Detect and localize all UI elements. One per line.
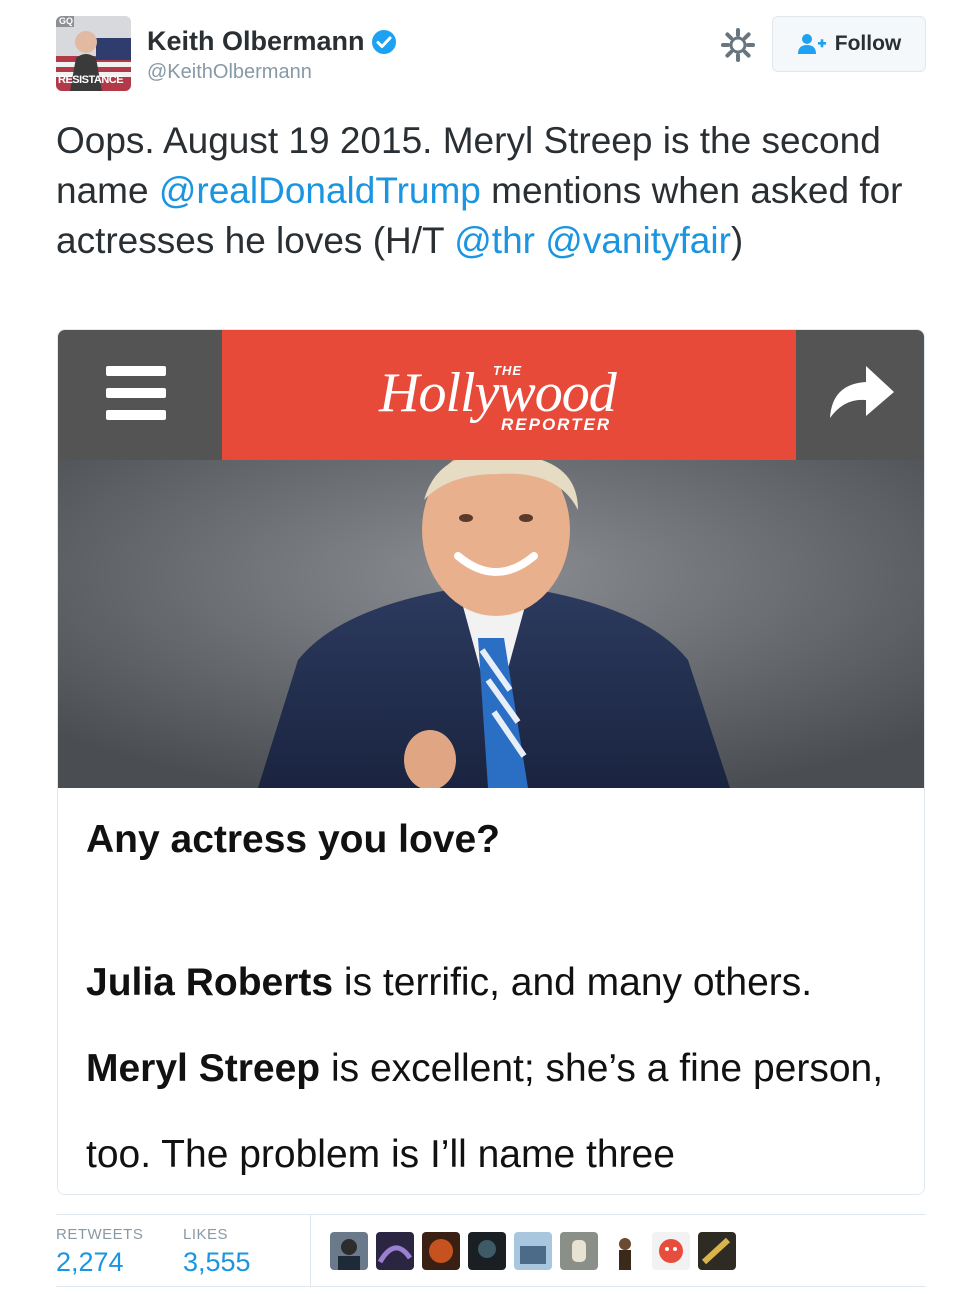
add-user-icon: [797, 33, 827, 55]
logo-sub-text: REPORTER: [501, 415, 612, 434]
liker-avatar[interactable]: [652, 1232, 690, 1270]
tweet-text-part: ): [730, 220, 744, 261]
tweet-text-part: [535, 220, 545, 261]
user-avatar[interactable]: GQ RESISTANCE: [56, 16, 131, 91]
liker-avatar[interactable]: [468, 1232, 506, 1270]
mention-link[interactable]: @realDonaldTrump: [159, 170, 481, 211]
mention-link[interactable]: @thr: [454, 220, 535, 261]
likes-label: LIKES: [183, 1226, 229, 1243]
likes-count[interactable]: 3,555: [183, 1247, 251, 1278]
follow-button-label: Follow: [834, 32, 902, 55]
article-bold-name: Julia Roberts: [86, 961, 334, 1004]
stats-divider-top: [56, 1214, 926, 1215]
mention-link[interactable]: @vanityfair: [545, 220, 731, 261]
liker-avatar[interactable]: [330, 1232, 368, 1270]
liker-avatar[interactable]: [698, 1232, 736, 1270]
portrait-photo: [58, 460, 924, 788]
article-text: is terrific, and many others.: [333, 961, 813, 1004]
share-arrow-icon: [822, 358, 898, 422]
stats-divider-bottom: [56, 1286, 926, 1287]
article-question: Any actress you love?: [86, 818, 500, 861]
thr-header-bar: Hollywood THE REPORTER: [58, 330, 924, 460]
article-bold-name: Meryl Streep: [86, 1047, 321, 1090]
follow-button[interactable]: Follow: [772, 16, 926, 72]
liker-avatar[interactable]: [376, 1232, 414, 1270]
thr-logo: Hollywood THE REPORTER: [222, 330, 796, 460]
logo-the-text: THE: [493, 363, 522, 378]
liker-avatar[interactable]: [560, 1232, 598, 1270]
hamburger-menu-icon: [106, 366, 170, 422]
likers-avatars: [330, 1232, 736, 1270]
retweets-stat[interactable]: RETWEETS 2,274: [56, 1226, 143, 1278]
tweet-media-image[interactable]: Hollywood THE REPORTER Any actress you l…: [57, 329, 925, 1195]
avatar-badge-text: GQ: [59, 16, 74, 26]
tweet-text: Oops. August 19 2015. Meryl Streep is th…: [56, 116, 936, 266]
avatar-caption-text: RESISTANCE: [58, 74, 124, 86]
stats-separator: [310, 1214, 311, 1286]
retweets-label: RETWEETS: [56, 1226, 144, 1243]
gear-icon[interactable]: [719, 26, 757, 64]
article-excerpt: Any actress you love? Julia Roberts is t…: [58, 788, 924, 1194]
liker-avatar[interactable]: [606, 1232, 644, 1270]
liker-avatar[interactable]: [514, 1232, 552, 1270]
user-name-block[interactable]: Keith Olbermann @KeithOlbermann: [147, 26, 397, 84]
display-name-row[interactable]: Keith Olbermann: [147, 26, 397, 57]
verified-badge-icon: [371, 29, 397, 55]
retweets-count[interactable]: 2,274: [56, 1247, 143, 1278]
display-name[interactable]: Keith Olbermann: [147, 26, 365, 57]
liker-avatar[interactable]: [422, 1232, 460, 1270]
user-handle[interactable]: @KeithOlbermann: [147, 61, 397, 84]
likes-stat[interactable]: LIKES 3,555: [183, 1226, 251, 1278]
article-paragraph: Julia Roberts is terrific, and many othe…: [86, 940, 916, 1194]
